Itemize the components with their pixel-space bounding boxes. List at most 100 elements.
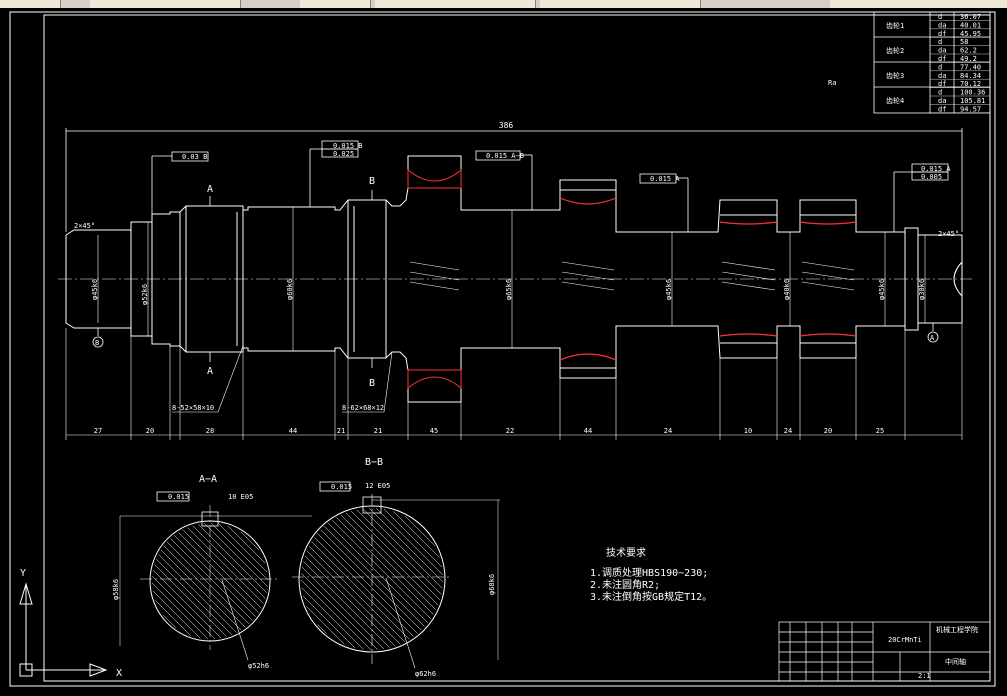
tolerance-4: 0.015 A — [650, 175, 680, 183]
hatch-line — [174, 535, 256, 617]
sheet-border — [9, 11, 996, 687]
gear-param-value: 40.01 — [960, 21, 981, 29]
gear-param-value: 105.81 — [960, 97, 985, 105]
section-aa-key: 10 E05 — [228, 493, 253, 501]
hatch-line — [152, 569, 222, 639]
segment-length-label: 10 — [744, 427, 752, 435]
gear-param-symbol: df — [938, 55, 946, 63]
toolbar-button[interactable] — [90, 0, 241, 8]
gear-param-value: 94.57 — [960, 105, 981, 113]
hatch-line — [393, 511, 440, 558]
hatch-line — [306, 606, 345, 645]
gear-param-value: 84.34 — [960, 72, 981, 80]
drawing-canvas[interactable]: d 36.07 da 40.01 df 45.95 d 58 da 62.2 df 49.2 d 77.4… — [0, 8, 1007, 696]
toolbar-button[interactable] — [0, 0, 61, 8]
note-2: 2.未注圆角R2; — [590, 578, 660, 591]
hatch-line — [155, 600, 191, 636]
gear-param-value: 45.95 — [960, 30, 981, 38]
hatch-line — [163, 545, 246, 628]
hatch-line — [166, 541, 250, 625]
spline-spec-1: 8-52×58×10 — [172, 404, 214, 412]
segment-length-label: 22 — [506, 427, 514, 435]
gear-group-4: 齿轮4 — [886, 96, 904, 105]
section-bb-dia: φ68k6 — [488, 574, 496, 595]
tolerance-5b: 0.005 — [921, 173, 942, 181]
section-bb — [292, 481, 500, 669]
diameter-label: φ65k6 — [505, 279, 513, 300]
hatch-line — [301, 566, 385, 650]
gear-param-value: 49.2 — [960, 55, 977, 63]
overall-dimension — [65, 128, 963, 232]
toolbar-button[interactable] — [540, 0, 701, 8]
gear-param-symbol: df — [938, 80, 946, 88]
segment-length-label: 24 — [784, 427, 792, 435]
hatch-line — [204, 523, 268, 587]
hatch-line — [368, 507, 444, 583]
gear-param-symbol: df — [938, 30, 946, 38]
spline-leaders — [172, 345, 393, 413]
hatch-line — [210, 522, 269, 581]
hatch-line — [405, 516, 435, 546]
section-bb-tolerance: 0.015 — [331, 483, 352, 491]
tolerance-5a: 0.015 A — [921, 165, 951, 173]
section-aa-dia: φ58k6 — [112, 579, 120, 600]
datum-a: A — [930, 334, 935, 342]
section-bb-key: 12 E05 — [365, 482, 390, 490]
gear-param-symbol: da — [938, 72, 946, 80]
diameter-label: φ40k6 — [783, 279, 791, 300]
tolerance-frames — [151, 140, 949, 232]
gear-param-symbol: d — [938, 63, 942, 71]
cad-drawing: d 36.07 da 40.01 df 45.95 d 58 da 62.2 df 49.2 d 77.4… — [9, 11, 996, 687]
segment-length-label: 44 — [289, 427, 297, 435]
tolerance-2b: 0.025 — [333, 150, 354, 158]
section-b-bottom: B — [369, 378, 375, 389]
hatch-line — [311, 541, 410, 640]
gear-param-value: 77.40 — [960, 63, 981, 71]
scale: 2:1 — [918, 672, 931, 680]
hatch-line — [198, 524, 267, 593]
section-bb-title: B−B — [365, 457, 383, 468]
hatch-line — [182, 529, 262, 609]
gear-param-symbol: d — [938, 89, 942, 97]
segment-length-label: 20 — [146, 427, 154, 435]
section-aa — [119, 491, 312, 661]
segment-length-label: 21 — [374, 427, 382, 435]
ucs-icon — [19, 582, 108, 677]
section-a-top: A — [207, 184, 213, 195]
gear-param-value: 100.36 — [960, 89, 985, 97]
segment-length-label: 44 — [584, 427, 592, 435]
gear-group-3: 齿轮3 — [886, 71, 904, 80]
tolerance-2a: 0.015 B — [333, 142, 363, 150]
gear-param-symbol: d — [938, 13, 942, 21]
gear-param-value: 58 — [960, 38, 968, 46]
ucs-y-label: Y — [20, 568, 26, 579]
segment-length-label: 45 — [430, 427, 438, 435]
section-aa-title: A−A — [199, 474, 217, 485]
gear-param-symbol: da — [938, 97, 946, 105]
segment-length-label: 20 — [824, 427, 832, 435]
diameter-label: φ45k6 — [878, 279, 886, 300]
gear-param-symbol: da — [938, 47, 946, 55]
gear-param-value: 62.2 — [960, 47, 977, 55]
segment-length-label: 27 — [94, 427, 102, 435]
section-b-top: B — [369, 176, 375, 187]
hatch-line — [303, 561, 390, 648]
overall-length: 386 — [499, 121, 514, 130]
diameter-label: φ60k6 — [286, 279, 294, 300]
gear-param-symbol: df — [938, 105, 946, 113]
hatch-line — [345, 512, 439, 606]
toolbar-button[interactable] — [830, 0, 1007, 8]
toolbar-button[interactable] — [300, 0, 371, 8]
hatch-line — [383, 508, 443, 568]
hatch-line — [162, 614, 177, 629]
segment-length-label: 21 — [337, 427, 345, 435]
datum-b: B — [95, 339, 99, 347]
gear-group-1: 齿轮1 — [886, 21, 904, 30]
hatch-line — [301, 573, 378, 650]
toolbar-button[interactable] — [375, 0, 536, 8]
segment-length-label: 28 — [206, 427, 214, 435]
hatch-line — [227, 525, 266, 564]
ucs-x-label: X — [116, 668, 122, 679]
section-aa-tolerance: 0.015 — [168, 493, 189, 501]
notes-title: 技术要求 — [606, 546, 646, 559]
